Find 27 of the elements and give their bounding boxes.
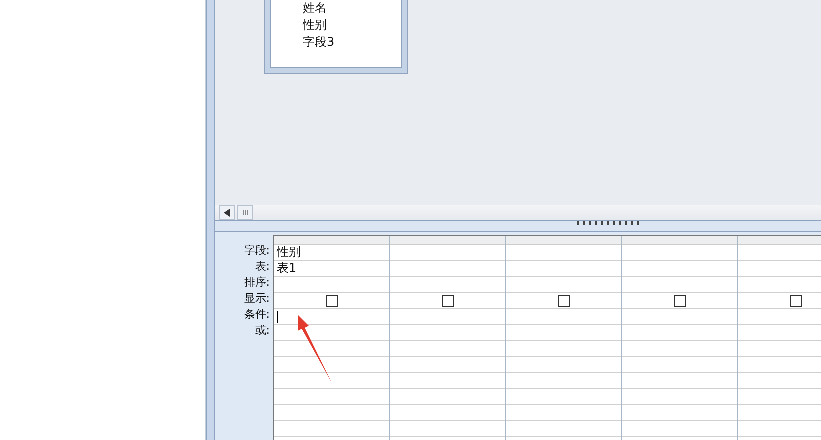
row-label: 或:: [255, 323, 270, 339]
column-selector[interactable]: [506, 236, 621, 245]
field-cell[interactable]: 性别: [274, 245, 389, 261]
column-selector[interactable]: [390, 236, 505, 245]
scroll-thumb[interactable]: [237, 205, 253, 220]
field-name[interactable]: 姓名: [303, 0, 401, 17]
show-checkbox[interactable]: [674, 294, 686, 306]
show-checkbox[interactable]: [790, 294, 802, 306]
column-selector[interactable]: [622, 236, 737, 245]
row-label: 字段:: [244, 243, 270, 259]
field-name[interactable]: 字段3: [303, 34, 401, 51]
show-checkbox[interactable]: [442, 294, 454, 306]
row-label: 表:: [255, 259, 270, 275]
row-label: 显示:: [244, 291, 270, 307]
column-selector[interactable]: [274, 236, 389, 245]
show-checkbox[interactable]: [558, 294, 570, 306]
grip-icon: [242, 210, 248, 215]
column-selector[interactable]: [738, 236, 821, 245]
text-cursor: [277, 310, 278, 322]
field-name[interactable]: 性别: [303, 17, 401, 34]
row-label: 条件:: [244, 307, 270, 323]
scroll-left-button[interactable]: [219, 205, 235, 220]
table-field-list[interactable]: 姓名 性别 字段3: [264, 0, 408, 74]
table-cell[interactable]: 表1: [274, 261, 389, 277]
row-label: 排序:: [244, 275, 270, 291]
show-checkbox[interactable]: [326, 294, 338, 306]
left-arrow-icon: [224, 208, 230, 216]
